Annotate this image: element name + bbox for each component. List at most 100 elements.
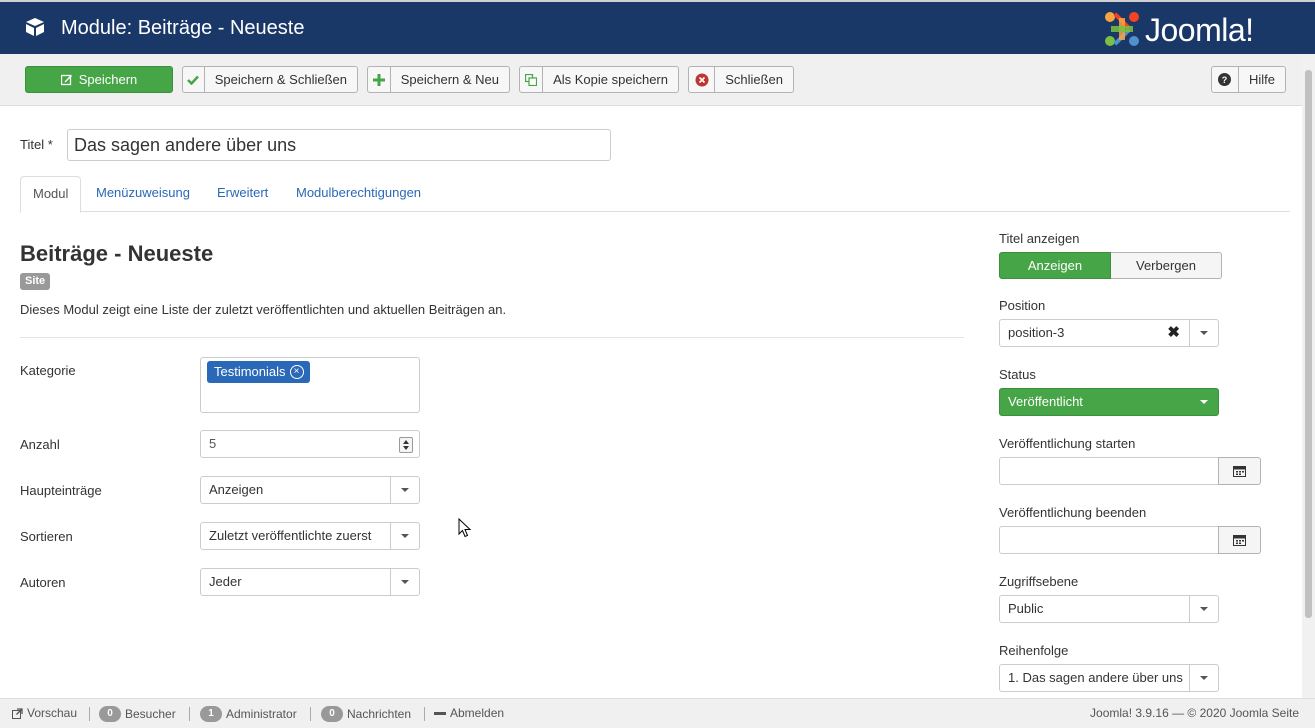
kategorie-select[interactable]: Testimonials × — [200, 357, 420, 413]
position-value: position-3 — [1008, 325, 1065, 340]
status-label: Status — [999, 367, 1036, 382]
footer-separator — [89, 707, 90, 721]
site-badge: Site — [20, 273, 51, 290]
kategorie-tag: Testimonials × — [207, 361, 310, 383]
module-description: Dieses Modul zeigt eine Liste der zuletz… — [20, 302, 507, 317]
joomla-wordmark: Joomla! — [1145, 12, 1254, 48]
footer-separator — [310, 707, 311, 721]
save-new-label: Speichern & Neu — [400, 72, 499, 87]
save-button[interactable]: Speichern — [25, 66, 173, 93]
footer-separator — [424, 707, 425, 721]
preview-link[interactable]: Vorschau — [12, 706, 77, 720]
title-input[interactable]: Das sagen andere über uns — [67, 129, 611, 161]
status-value: Veröffentlicht — [1008, 394, 1083, 409]
publish-down-input[interactable] — [999, 526, 1219, 554]
anzahl-input[interactable]: 5 — [200, 430, 420, 458]
show-title-toggle: Anzeigen Verbergen — [999, 252, 1222, 279]
edit-icon — [60, 67, 73, 92]
access-select[interactable]: Public — [999, 595, 1219, 623]
tab-modulberechtigungen[interactable]: Modulberechtigungen — [282, 176, 435, 212]
external-link-icon — [12, 707, 23, 719]
chevron-down-icon[interactable] — [390, 523, 419, 549]
show-title-off-button[interactable]: Verbergen — [1111, 252, 1222, 279]
clear-icon[interactable]: ✖ — [1167, 320, 1180, 346]
show-title-on-button[interactable]: Anzeigen — [999, 252, 1111, 279]
anzahl-label: Anzahl — [20, 437, 60, 452]
joomla-logo[interactable]: Joomla! — [1103, 10, 1293, 50]
publish-down-label: Veröffentlichung beenden — [999, 505, 1147, 520]
calendar-icon[interactable] — [1218, 457, 1261, 485]
admin-link[interactable]: 1 Administrator — [200, 706, 297, 722]
preview-label: Vorschau — [27, 706, 78, 720]
save-new-button[interactable]: Speichern & Neu — [367, 66, 510, 93]
messages-label: Nachrichten — [347, 707, 412, 721]
tab-menuzuweisung[interactable]: Menüzuweisung — [82, 176, 204, 212]
joomla-logo-icon — [1105, 12, 1139, 46]
header-bar: Module: Beiträge - Neueste Joomla! — [0, 0, 1315, 54]
sortieren-value: Zuletzt veröffentlichte zuerst — [209, 528, 372, 543]
ordering-value: 1. Das sagen andere über uns — [1008, 670, 1183, 685]
title-label: Titel * — [20, 137, 53, 152]
status-select[interactable]: Veröffentlicht — [999, 388, 1219, 416]
publish-up-input[interactable] — [999, 457, 1219, 485]
calendar-icon[interactable] — [1218, 526, 1261, 554]
chevron-down-icon[interactable] — [390, 569, 419, 595]
close-circle-icon — [689, 67, 716, 92]
page-title: Module: Beiträge - Neueste — [61, 17, 305, 39]
save-copy-label: Als Kopie speichern — [553, 72, 668, 87]
access-value: Public — [1008, 601, 1044, 616]
autoren-label: Autoren — [20, 575, 66, 590]
chevron-down-icon[interactable] — [1189, 665, 1218, 691]
question-icon: ? — [1212, 67, 1239, 92]
copyright-text: Joomla! 3.9.16 — © 2020 Joomla Seite — [1090, 706, 1299, 720]
logout-label: Abmelden — [450, 706, 505, 720]
cube-icon — [26, 18, 44, 36]
minus-icon — [434, 711, 446, 715]
sortieren-select[interactable]: Zuletzt veröffentlichte zuerst — [200, 522, 420, 550]
kategorie-label: Kategorie — [20, 363, 76, 378]
position-label: Position — [999, 298, 1046, 313]
chevron-down-icon[interactable] — [390, 477, 419, 503]
publish-up-label: Veröffentlichung starten — [999, 436, 1136, 451]
anzahl-value: 5 — [209, 436, 217, 451]
module-heading: Beiträge - Neueste — [20, 241, 214, 266]
access-label: Zugriffsebene — [999, 574, 1079, 589]
save-button-label: Speichern — [78, 72, 138, 87]
tab-erweitert[interactable]: Erweitert — [203, 176, 282, 212]
haupteintraege-select[interactable]: Anzeigen — [200, 476, 420, 504]
ordering-select[interactable]: 1. Das sagen andere über uns — [999, 664, 1219, 692]
messages-count-badge: 0 — [321, 706, 343, 722]
footer-separator — [189, 707, 190, 721]
visitors-link[interactable]: 0 Besucher — [99, 706, 176, 722]
save-close-label: Speichern & Schließen — [214, 72, 347, 87]
logout-link[interactable]: Abmelden — [434, 706, 504, 720]
scrollbar-thumb[interactable] — [1305, 70, 1312, 618]
kategorie-tag-label: Testimonials — [214, 364, 286, 379]
close-label: Schließen — [725, 72, 783, 87]
chevron-down-icon[interactable] — [1189, 389, 1218, 415]
chevron-down-icon[interactable] — [1189, 320, 1218, 346]
svg-text:?: ? — [1222, 75, 1228, 85]
plus-icon — [368, 67, 391, 92]
autoren-value: Jeder — [209, 574, 242, 589]
ordering-label: Reihenfolge — [999, 643, 1069, 658]
tab-modul[interactable]: Modul — [20, 176, 82, 213]
position-select[interactable]: position-3 ✖ — [999, 319, 1219, 347]
chevron-down-icon[interactable] — [1189, 596, 1218, 622]
help-button[interactable]: ? Hilfe — [1211, 66, 1286, 93]
help-label: Hilfe — [1248, 72, 1275, 87]
check-icon — [183, 67, 205, 92]
messages-link[interactable]: 0 Nachrichten — [321, 706, 411, 722]
admin-count-badge: 1 — [200, 706, 222, 722]
tab-bar: Modul Menüzuweisung Erweitert Modulberec… — [20, 176, 1290, 213]
admin-label: Administrator — [226, 707, 297, 721]
remove-tag-icon[interactable]: × — [289, 365, 304, 379]
scrollbar[interactable] — [1302, 54, 1315, 698]
save-close-button[interactable]: Speichern & Schließen — [182, 66, 358, 93]
haupteintraege-label: Haupteinträge — [20, 483, 102, 498]
save-copy-button[interactable]: Als Kopie speichern — [519, 66, 679, 93]
number-spinner-icon[interactable] — [399, 437, 413, 453]
close-button[interactable]: Schließen — [688, 66, 794, 93]
autoren-select[interactable]: Jeder — [200, 568, 420, 596]
sortieren-label: Sortieren — [20, 529, 73, 544]
